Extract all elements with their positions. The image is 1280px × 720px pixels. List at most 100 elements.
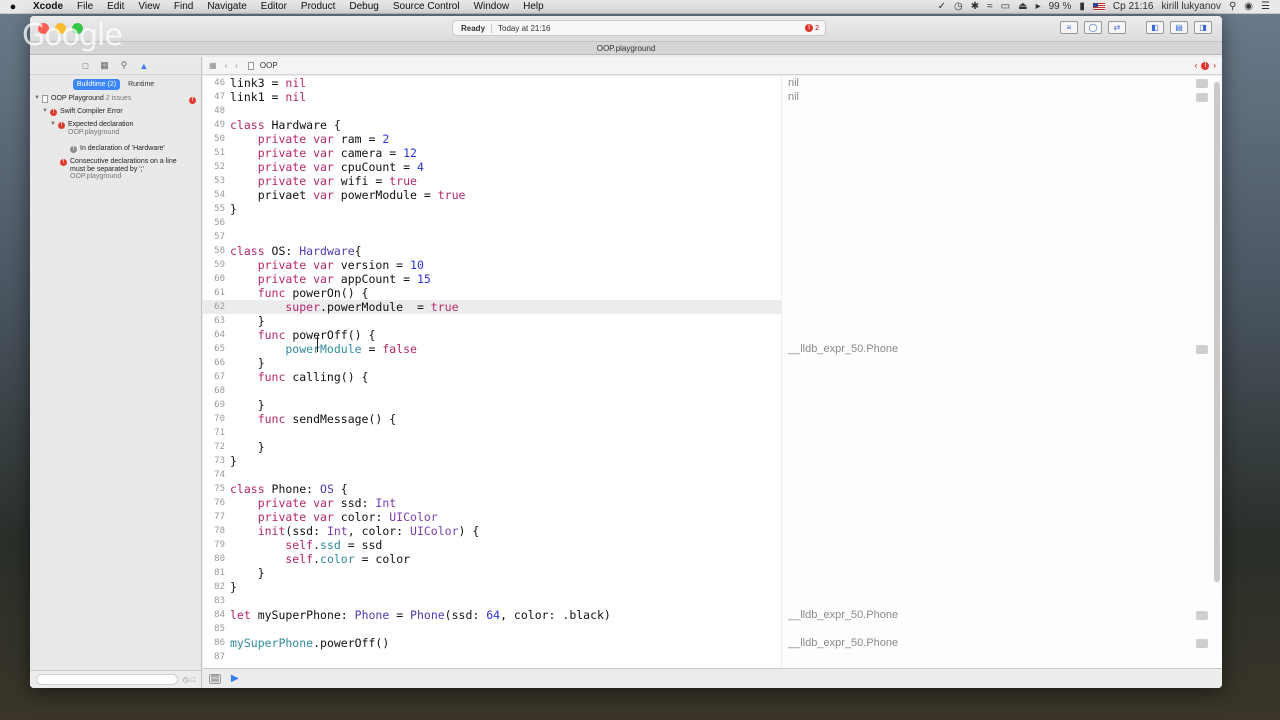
code-line[interactable]: 59 private var version = 10 [203,258,781,272]
code-line[interactable]: 61 func powerOn() { [203,286,781,300]
clock[interactable]: Ср 21:16 [1113,1,1154,12]
code-line[interactable]: 82} [203,580,781,594]
code-line[interactable]: 79 self.ssd = ssd [203,538,781,552]
code-line[interactable]: 51 private var camera = 12 [203,146,781,160]
code-line[interactable]: 54 privaet var powerModule = true [203,188,781,202]
code-line[interactable]: 68 [203,384,781,398]
user-name[interactable]: kirill lukyanov [1162,1,1221,12]
quick-look-icon[interactable] [1196,79,1208,88]
menu-file[interactable]: File [70,1,100,12]
menu-product[interactable]: Product [294,1,342,12]
code-line[interactable]: 46 link3 = nil [203,76,781,90]
hide-debug-area-icon[interactable]: ▤ [209,673,221,684]
issue-navigator-icon[interactable]: ▲ [139,61,148,71]
code-line[interactable]: 75 class Phone: OS { [203,482,781,496]
code-line[interactable]: 52 private var cpuCount = 4 [203,160,781,174]
version-editor-icon[interactable]: ⇄ [1108,21,1126,34]
vertical-scrollbar[interactable] [1214,82,1220,582]
menu-help[interactable]: Help [516,1,551,12]
menu-edit[interactable]: Edit [100,1,131,12]
related-items-icon[interactable]: ▦ [209,61,217,70]
menu-source-control[interactable]: Source Control [386,1,467,12]
document-tab[interactable]: OOP.playground [30,41,1222,55]
code-line[interactable]: 84 let mySuperPhone: Phone = Phone(ssd: 6… [203,608,781,622]
menu-debug[interactable]: Debug [342,1,385,12]
checkmark-icon[interactable]: ✓ [938,1,946,12]
issue-note-row[interactable]: ! In declaration of 'Hardware' [30,145,201,158]
code-line[interactable]: 55} [203,202,781,216]
menu-window[interactable]: Window [467,1,517,12]
breadcrumb[interactable]: OOP [247,61,278,70]
menu-view[interactable]: View [131,1,167,12]
buildtime-tab[interactable]: Buildtime (2) [72,79,121,90]
code-line[interactable]: 78 init(ssd: Int, color: UIColor) { [203,524,781,538]
code-line[interactable]: 60 private var appCount = 15 [203,272,781,286]
project-navigator-icon[interactable]: □ [83,61,88,71]
code-line[interactable]: 48 [203,104,781,118]
issue-category-row[interactable]: ▼ ! Swift Compiler Error [30,108,201,121]
runtime-tab[interactable]: Runtime [124,79,158,90]
filter-input[interactable] [36,674,178,685]
spotlight-icon[interactable]: ⚲ [1229,1,1236,12]
quick-look-icon[interactable] [1196,345,1208,354]
volume-icon[interactable]: ▸ [1036,1,1041,12]
code-line[interactable]: 63 } [203,314,781,328]
issue-row[interactable]: ▼ ! Expected declaration OOP.playground [30,121,201,143]
forward-icon[interactable]: › [235,61,238,70]
assistant-editor-icon[interactable]: ◯ [1084,21,1102,34]
code-line[interactable]: 50 private var ram = 2 [203,132,781,146]
toggle-debug-area-icon[interactable]: ▤ [1170,21,1188,34]
toggle-utilities-icon[interactable]: ◨ [1194,21,1212,34]
code-line[interactable]: 77 private var color: UIColor [203,510,781,524]
wifi-icon[interactable]: ≈ [987,1,993,12]
bluetooth-icon[interactable]: ✱ [971,1,979,12]
code-line[interactable]: 83 [203,594,781,608]
code-line[interactable]: 49 class Hardware { [203,118,781,132]
symbol-navigator-icon[interactable]: ▦ [100,60,109,71]
eject-icon[interactable]: ⏏ [1018,1,1027,12]
battery-level[interactable]: 99 % [1049,1,1072,12]
issue-group-row[interactable]: ▼ OOP Playground 2 issues ! [30,95,201,108]
menu-find[interactable]: Find [167,1,200,12]
code-line[interactable]: 57 [203,230,781,244]
find-navigator-icon[interactable]: ⚲ [121,60,128,71]
source-editor[interactable]: 46 link3 = nil 47 link1 = nil 48 49 class Hard… [203,76,1222,668]
code-line[interactable]: 80 self.color = color [203,552,781,566]
run-playground-icon[interactable]: ▶ [231,673,239,684]
notification-center-icon[interactable]: ☰ [1261,1,1270,12]
disclosure-icon[interactable]: ▼ [34,95,42,101]
toggle-navigator-icon[interactable]: ◧ [1146,21,1164,34]
menu-editor[interactable]: Editor [254,1,294,12]
code-area[interactable]: 46 link3 = nil 47 link1 = nil 48 49 class Hard… [203,76,781,664]
next-issue-icon[interactable]: › [1213,61,1216,70]
airplay-icon[interactable]: ▭ [1001,1,1010,12]
issue-row[interactable]: ! Consecutive declarations on a line mus… [30,158,201,188]
siri-icon[interactable]: ◉ [1244,1,1253,12]
code-line[interactable]: 73} [203,454,781,468]
code-line[interactable]: 67 func calling() { [203,370,781,384]
menu-navigate[interactable]: Navigate [200,1,253,12]
disclosure-icon[interactable]: ▼ [50,121,58,129]
code-line[interactable]: 74 [203,468,781,482]
filter-options-icon[interactable]: ◷ □ [183,676,195,684]
code-line[interactable]: 53 private var wifi = true [203,174,781,188]
quick-look-icon[interactable] [1196,639,1208,648]
code-line[interactable]: 76 private var ssd: Int [203,496,781,510]
code-line[interactable]: 62 super.powerModule = true [203,300,781,314]
menu-app-name[interactable]: Xcode [26,1,70,12]
previous-issue-icon[interactable]: ‹ [1195,61,1198,70]
back-icon[interactable]: ‹ [225,61,228,70]
standard-editor-icon[interactable]: ≡ [1060,21,1078,34]
code-line[interactable]: 85 [203,622,781,636]
code-line[interactable]: 47 link1 = nil [203,90,781,104]
code-line[interactable]: 81 } [203,566,781,580]
quick-look-icon[interactable] [1196,611,1208,620]
error-indicator[interactable]: ! 2 [805,24,825,32]
battery-icon[interactable]: ▮ [1079,1,1085,12]
code-line[interactable]: 66 } [203,356,781,370]
us-flag-icon[interactable] [1092,2,1105,11]
code-line[interactable]: 71 [203,426,781,440]
code-line[interactable]: 70 func sendMessage() { [203,412,781,426]
code-line[interactable]: 65 powerModule = false [203,342,781,356]
quick-look-icon[interactable] [1196,93,1208,102]
